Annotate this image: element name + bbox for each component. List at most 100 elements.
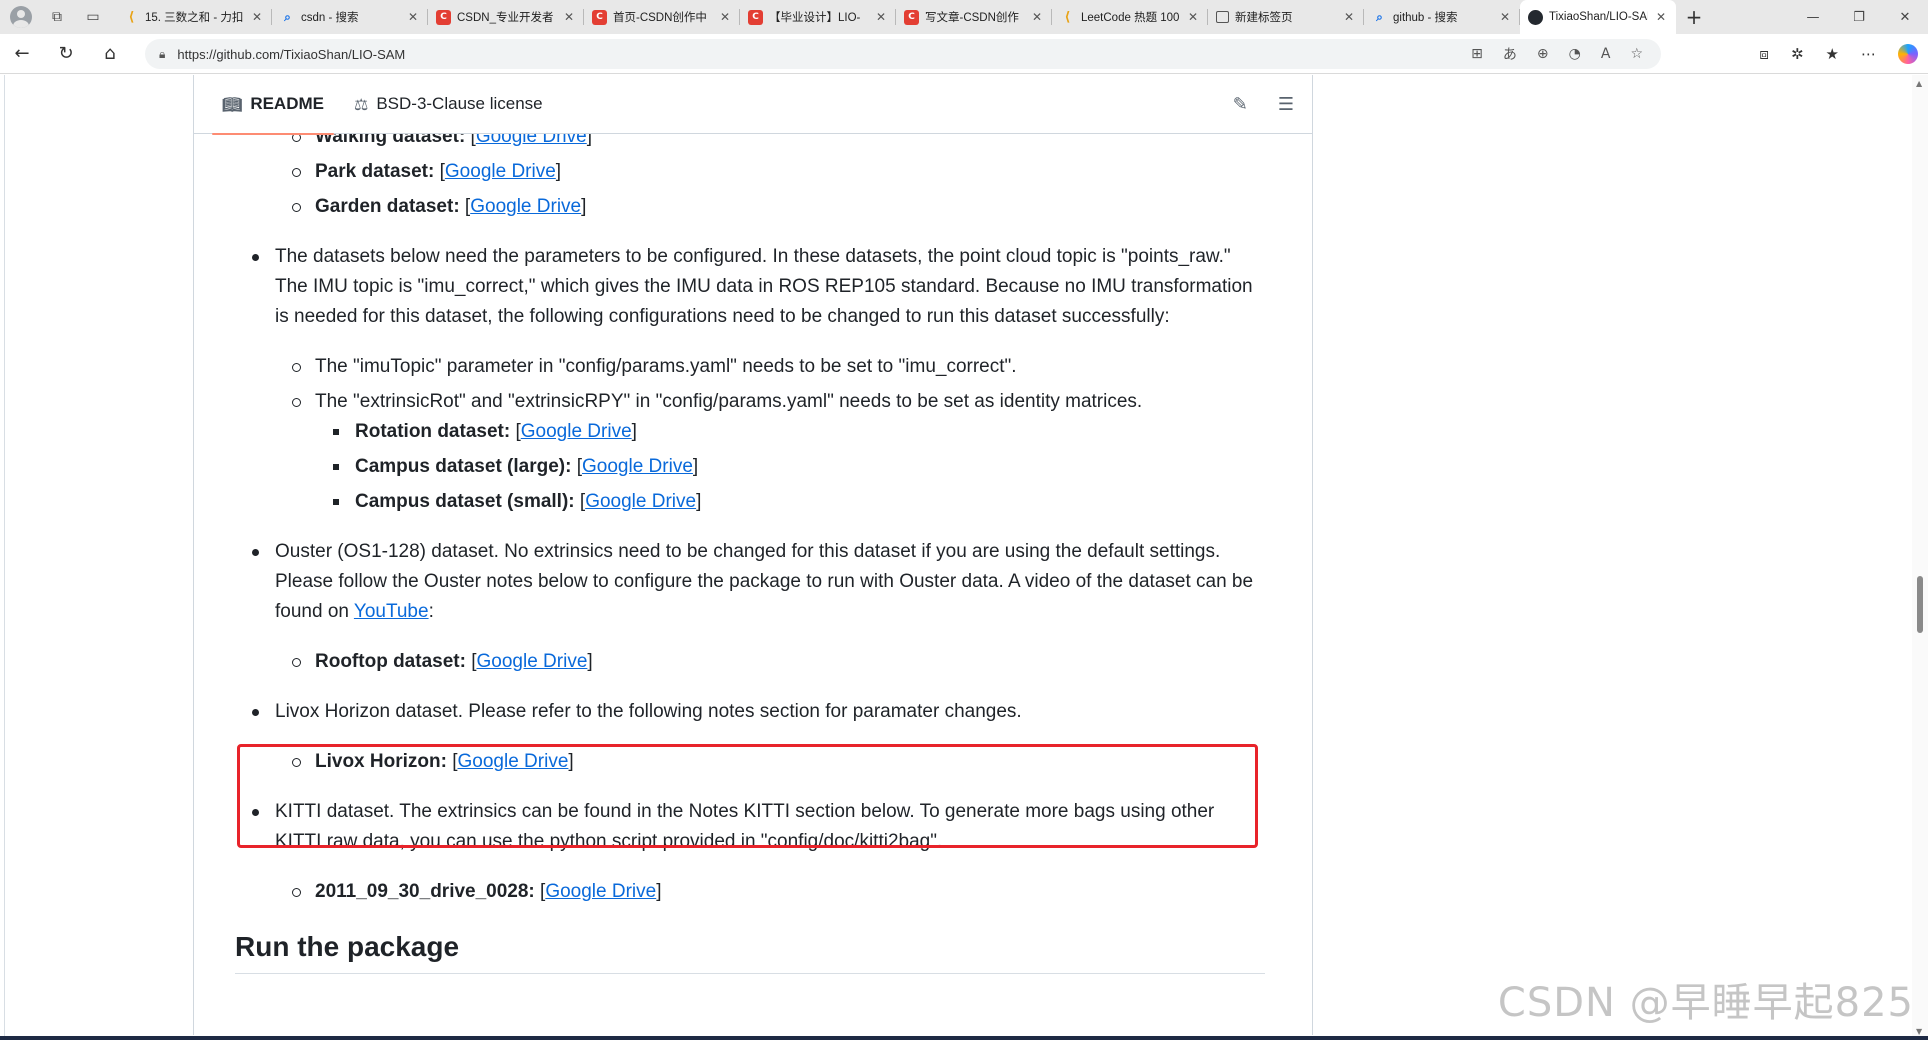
split-screen-icon[interactable]: ⧈ — [1759, 45, 1769, 63]
workspaces-icon[interactable]: ⧉ — [46, 6, 68, 28]
item-label: Garden dataset: — [315, 196, 460, 217]
lock-icon[interactable]: 🔒︎ — [159, 47, 165, 62]
close-tab-icon[interactable]: ✕ — [718, 10, 732, 24]
paragraph-text: Livox Horizon dataset. Please refer to t… — [275, 701, 1022, 722]
tracking-prevention-icon[interactable]: ◔ — [1569, 46, 1581, 62]
list-item: Campus dataset (large): [Google Drive] — [235, 452, 1265, 482]
browser-toolbar: ← ↻ ⌂ 🔒︎ https://github.com/TixiaoShan/L… — [0, 34, 1928, 74]
paragraph-text: The "imuTopic" parameter in "config/para… — [315, 356, 1017, 377]
item-label: Park dataset: — [315, 161, 435, 182]
url-text[interactable]: https://github.com/TixiaoShan/LIO-SAM — [177, 47, 405, 62]
book-icon: 📖︎ — [222, 94, 243, 114]
close-tab-icon[interactable]: ✕ — [406, 10, 420, 24]
tab-readme[interactable]: 📖︎ README — [212, 75, 334, 135]
page-scrollbar[interactable]: ▲ ▼ — [1912, 75, 1928, 1040]
tab-title: 首页-CSDN创作中 — [613, 12, 707, 24]
google-drive-link[interactable]: Google Drive — [582, 456, 693, 477]
zoom-icon[interactable]: ⊕ — [1537, 46, 1549, 62]
app-available-icon[interactable]: ⊞ — [1471, 46, 1483, 62]
tab-title: csdn - 搜索 — [301, 12, 359, 24]
close-tab-icon[interactable]: ✕ — [1186, 10, 1200, 24]
list-item: Rotation dataset: [Google Drive] — [235, 417, 1265, 447]
more-menu-icon[interactable]: ⋯ — [1861, 45, 1876, 63]
browser-tab-active[interactable]: TixiaoShan/LIO-SAM ✕ — [1520, 0, 1676, 34]
outline-list-icon[interactable]: ☰ — [1278, 94, 1294, 115]
item-label: Livox Horizon: — [315, 751, 447, 772]
newtab-icon — [1216, 11, 1229, 23]
browser-tab[interactable]: ⟨ LeetCode 热题 100 ✕ — [1052, 0, 1208, 34]
tab-title: 15. 三数之和 - 力扣 — [145, 12, 244, 24]
browser-tab[interactable]: ⟨ 15. 三数之和 - 力扣 ✕ — [116, 0, 272, 34]
favorites-icon[interactable]: ★ — [1826, 45, 1839, 63]
scroll-up-arrow-icon[interactable]: ▲ — [1916, 79, 1922, 88]
tab-license[interactable]: ⚖ BSD-3-Clause license — [344, 75, 553, 134]
browser-tab[interactable]: C CSDN_专业开发者 ✕ — [428, 0, 584, 34]
list-item: Garden dataset: [Google Drive] — [235, 192, 1265, 222]
browser-right-tools: ⧈ ✲ ★ ⋯ — [1759, 34, 1918, 74]
google-drive-link[interactable]: Google Drive — [585, 491, 696, 512]
tab-license-label: BSD-3-Clause license — [376, 94, 543, 113]
list-item: 2011_09_30_drive_0028: [Google Drive] — [235, 877, 1265, 907]
browser-tab[interactable]: C 【毕业设计】LIO- ✕ — [740, 0, 896, 34]
close-tab-icon[interactable]: ✕ — [1342, 10, 1356, 24]
list-item: Livox Horizon: [Google Drive] — [235, 747, 1265, 777]
restore-icon[interactable]: ❐ — [1836, 0, 1882, 34]
google-drive-link[interactable]: Google Drive — [458, 751, 569, 772]
profile-avatar[interactable] — [10, 6, 32, 28]
refresh-icon[interactable]: ↻ — [44, 43, 88, 64]
close-tab-icon[interactable]: ✕ — [250, 10, 264, 24]
close-tab-icon[interactable]: ✕ — [1654, 10, 1668, 24]
copilot-icon[interactable] — [1898, 44, 1918, 64]
page-divider — [4, 75, 5, 1040]
google-drive-link[interactable]: Google Drive — [477, 651, 588, 672]
csdn-icon: C — [748, 9, 763, 25]
browser-tab[interactable]: C 首页-CSDN创作中 ✕ — [584, 0, 740, 34]
google-drive-link[interactable]: Google Drive — [521, 421, 632, 442]
list-item: Ouster (OS1-128) dataset. No extrinsics … — [235, 537, 1265, 627]
close-tab-icon[interactable]: ✕ — [562, 10, 576, 24]
browser-tab[interactable]: 新建标签页 ✕ — [1208, 0, 1364, 34]
youtube-link[interactable]: YouTube — [354, 601, 429, 622]
tab-title: 【毕业设计】LIO- — [769, 12, 861, 24]
tab-title: github - 搜索 — [1393, 12, 1458, 24]
extensions-icon[interactable]: ✲ — [1791, 45, 1804, 63]
translate-icon[interactable]: あ — [1503, 44, 1517, 64]
list-item: Park dataset: [Google Drive] — [235, 157, 1265, 187]
new-tab-button[interactable]: + — [1676, 0, 1712, 34]
tab-title: TixiaoShan/LIO-SAM — [1549, 11, 1648, 23]
window-controls: — ❐ ✕ — [1790, 0, 1928, 34]
home-icon[interactable]: ⌂ — [88, 43, 132, 64]
list-item: Rooftop dataset: [Google Drive] — [235, 647, 1265, 677]
back-icon[interactable]: ← — [0, 43, 44, 64]
github-icon — [1528, 9, 1543, 25]
readme-header: 📖︎ README ⚖ BSD-3-Clause license ✎ ☰ — [194, 75, 1312, 135]
minimize-icon[interactable]: — — [1790, 0, 1836, 34]
csdn-icon: C — [592, 9, 607, 25]
address-bar[interactable]: 🔒︎ https://github.com/TixiaoShan/LIO-SAM… — [145, 39, 1661, 69]
scroll-down-arrow-icon[interactable]: ▼ — [1916, 1027, 1922, 1036]
close-window-icon[interactable]: ✕ — [1882, 0, 1928, 34]
close-tab-icon[interactable]: ✕ — [1030, 10, 1044, 24]
google-drive-link[interactable]: Google Drive — [470, 196, 581, 217]
watermark: CSDN @早睡早起825 — [1497, 980, 1914, 1026]
taskbar-edge — [0, 1036, 1928, 1040]
dataset-list: Walking dataset: [Google Drive] Park dat… — [235, 122, 1265, 907]
item-label: Campus dataset (small): — [355, 491, 575, 512]
list-item: Livox Horizon dataset. Please refer to t… — [235, 697, 1265, 727]
google-drive-link[interactable]: Google Drive — [445, 161, 556, 182]
close-tab-icon[interactable]: ✕ — [874, 10, 888, 24]
tab-actions-icon[interactable]: ▭ — [82, 6, 104, 28]
browser-tab[interactable]: ⌕ github - 搜索 ✕ — [1364, 0, 1520, 34]
scale-icon: ⚖ — [353, 94, 369, 114]
page-viewport: 📖︎ README ⚖ BSD-3-Clause license ✎ ☰ Wal… — [0, 75, 1928, 1040]
browser-tab[interactable]: ⌕ csdn - 搜索 ✕ — [272, 0, 428, 34]
read-aloud-icon[interactable]: A — [1601, 46, 1611, 62]
close-tab-icon[interactable]: ✕ — [1498, 10, 1512, 24]
edit-pencil-icon[interactable]: ✎ — [1233, 94, 1248, 115]
browser-tab[interactable]: C 写文章-CSDN创作 ✕ — [896, 0, 1052, 34]
scrollbar-thumb[interactable] — [1917, 576, 1923, 633]
paragraph-text: KITTI dataset. The extrinsics can be fou… — [275, 801, 1215, 852]
favorite-star-icon[interactable]: ☆ — [1630, 46, 1643, 62]
readme-container: 📖︎ README ⚖ BSD-3-Clause license ✎ ☰ Wal… — [193, 75, 1313, 1035]
google-drive-link[interactable]: Google Drive — [545, 881, 656, 902]
